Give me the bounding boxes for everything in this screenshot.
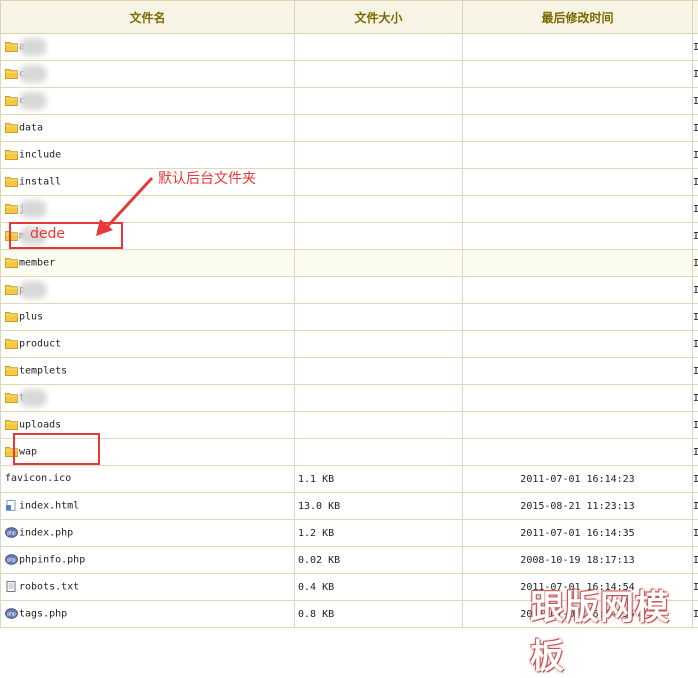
annotation-box-dede — [9, 222, 123, 249]
annotation-label: 默认后台文件夹 — [158, 168, 256, 188]
annotation-box-text: dede — [30, 226, 65, 242]
watermark: 跟版网模板 — [530, 580, 698, 678]
annotation-box-wap — [13, 433, 100, 465]
annotation-arrow — [0, 0, 698, 624]
